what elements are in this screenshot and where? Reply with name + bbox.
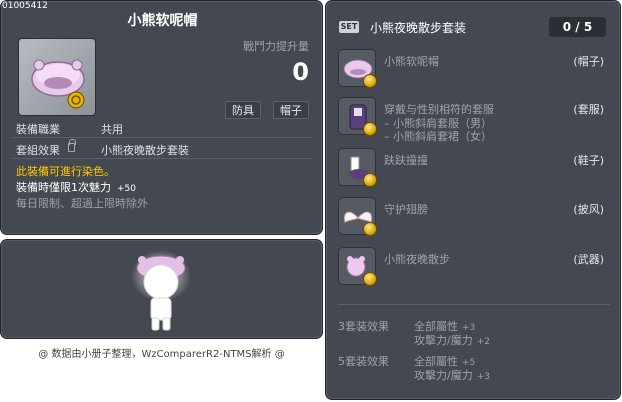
- set-effect-label: 套組效果: [16, 144, 60, 157]
- job-label: 裝備職業: [16, 123, 60, 136]
- bonus-stat: 攻擊力/魔力 +3: [414, 367, 490, 383]
- bonus-stat: 攻擊力/魔力 +2: [414, 332, 490, 348]
- charm-line: 裝備時僅限1次魅力 +50: [16, 179, 136, 195]
- set-badge: SET: [339, 21, 359, 33]
- set-title: 小熊夜晚散步套装: [370, 21, 467, 35]
- bonus-title: 3套装效果: [338, 320, 389, 333]
- charm-value: +50: [117, 184, 136, 194]
- bonus-stat-label: 攻擊力/魔力: [414, 334, 473, 347]
- set-item-category: (帽子): [573, 55, 604, 68]
- bonus-stat-value: +3: [476, 372, 490, 382]
- character-preview-panel: [0, 239, 323, 339]
- item-title: 小熊软呢帽: [127, 13, 198, 29]
- item-icon-box: [18, 38, 96, 116]
- divider: [13, 137, 311, 138]
- bonus-stat-value: +2: [476, 337, 490, 347]
- set-effect-value: 小熊夜晚散步套裝: [101, 144, 189, 157]
- divider: [13, 158, 311, 159]
- dye-note: 此裝備可進行染色。: [16, 165, 115, 178]
- charm-text: 裝備時僅限1次魅力: [16, 181, 111, 194]
- shoes-icon: [338, 148, 377, 187]
- lock-icon: [68, 139, 76, 152]
- bonus-stat-label: 攻擊力/魔力: [414, 369, 473, 382]
- bonus-title: 5套装效果: [338, 355, 389, 368]
- set-count: 0 / 5: [549, 17, 606, 37]
- coin-icon: [363, 222, 377, 236]
- bear-plush-weapon-icon: [338, 247, 377, 286]
- coin-icon: [363, 272, 377, 286]
- set-item-name: 小熊夜晚散步: [384, 253, 450, 266]
- set-item-category: (套服): [573, 103, 604, 116]
- set-item-name: 趺趺撞撞: [384, 154, 428, 167]
- set-item-category: (武器): [573, 253, 604, 266]
- divider: [338, 304, 610, 305]
- job-value: 共用: [101, 123, 123, 136]
- coin-icon: [363, 173, 377, 187]
- bear-beret-icon: [31, 59, 85, 109]
- coin-icon: [363, 122, 377, 136]
- power-increase-label: 戰鬥力提升量: [243, 40, 309, 53]
- set-item-name: 小熊软呢帽: [384, 55, 439, 68]
- set-item-sub: – 小熊斜肩套裙（女）: [384, 130, 492, 143]
- character-preview: [131, 250, 191, 331]
- set-info-panel: SET 小熊夜晚散步套装 0 / 5 小熊软呢帽 (帽子) 穿戴与性别相符的套服…: [325, 0, 621, 400]
- tag-armor: 防具: [225, 101, 261, 119]
- power-increase-value: 0: [292, 58, 309, 86]
- set-item-category: (披风): [573, 203, 604, 216]
- tag-hat: 帽子: [273, 101, 309, 119]
- wings-icon: [338, 197, 377, 236]
- daily-limit-note: 每日限制、超過上限時除外: [16, 197, 148, 210]
- item-tooltip-panel: 01005412 小熊软呢帽 戰鬥力提升量 0 防具 帽子 裝備職業 共用 套組…: [0, 0, 323, 235]
- bear-beret-icon: [338, 49, 377, 88]
- set-item-name: 守护翅膀: [384, 203, 428, 216]
- overall-outfit-icon: [338, 97, 377, 136]
- set-item-category: (鞋子): [573, 154, 604, 167]
- data-source-footer: @ 数据由小册子整理，WzComparerR2-NTMS解析 @: [38, 349, 285, 360]
- coin-icon: [363, 74, 377, 88]
